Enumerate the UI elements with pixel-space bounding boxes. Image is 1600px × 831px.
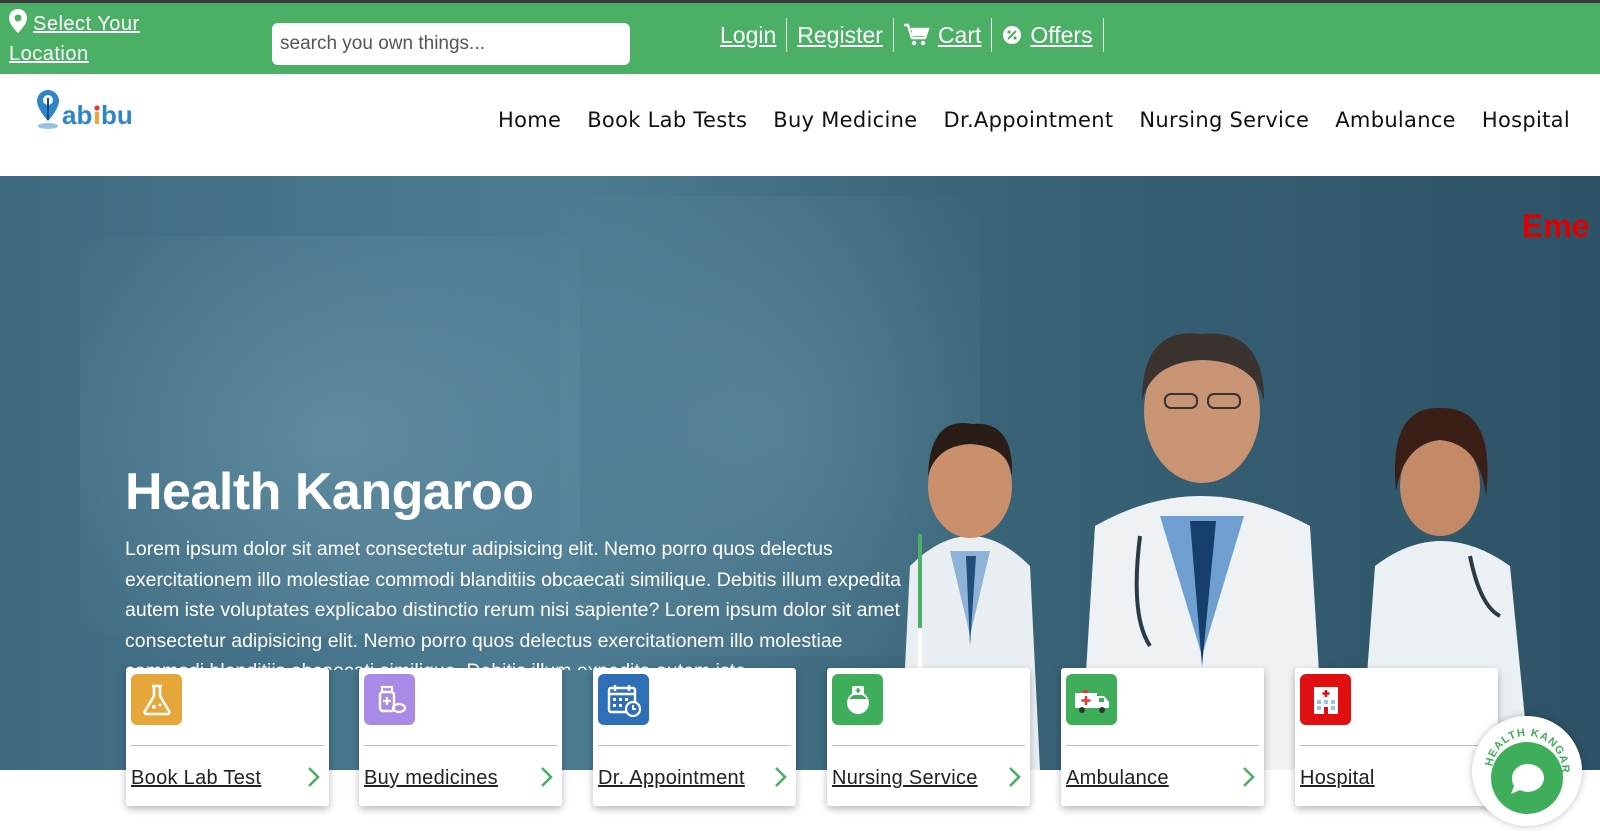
service-card-appointment[interactable]: Dr. Appointment [593, 668, 796, 806]
chat-widget[interactable]: HEALTH KANGAROO [1467, 707, 1582, 826]
service-card-label[interactable]: Hospital [1300, 767, 1375, 790]
service-card-label[interactable]: Ambulance [1066, 767, 1169, 790]
flask-icon [131, 674, 182, 725]
ambulance-icon [1066, 674, 1117, 725]
nurse-icon [832, 674, 883, 725]
medicine-icon [364, 674, 415, 725]
chevron-right-icon[interactable] [774, 766, 788, 788]
main-navigation: ab bu Home Book Lab Tests Buy Medicine D… [0, 74, 1600, 176]
search-input[interactable] [272, 23, 630, 65]
service-card-label[interactable]: Buy medicines [364, 767, 498, 790]
cart-label: Cart [937, 21, 982, 48]
chevron-right-icon[interactable] [540, 766, 554, 788]
card-divider [832, 745, 1025, 746]
login-link[interactable]: Login [718, 18, 788, 52]
cart-link[interactable]: Cart [894, 18, 993, 52]
top-bar: Select Your Location Login Register Cart… [0, 0, 1600, 74]
nav-home[interactable]: Home [498, 108, 561, 132]
nav-dr-appointment[interactable]: Dr.Appointment [943, 108, 1113, 132]
location-selector[interactable]: Select Your Location [9, 9, 209, 69]
hero-description: Lorem ipsum dolor sit amet consectetur a… [125, 538, 902, 670]
service-card-label[interactable]: Nursing Service [832, 767, 978, 790]
service-card-hospital[interactable]: Hospital [1295, 668, 1498, 806]
calendar-icon [598, 674, 649, 725]
card-divider [364, 745, 557, 746]
register-link[interactable]: Register [787, 18, 894, 52]
service-card-label[interactable]: Book Lab Test [131, 767, 261, 790]
chevron-right-icon[interactable] [1008, 766, 1022, 788]
service-card-lab-test[interactable]: Book Lab Test [126, 668, 329, 806]
card-divider [1066, 745, 1259, 746]
service-card-label[interactable]: Dr. Appointment [598, 767, 745, 790]
service-cards: Book Lab Test Buy medicines Dr. Appointm… [126, 668, 1502, 808]
nav-ambulance[interactable]: Ambulance [1335, 108, 1456, 132]
chevron-right-icon[interactable] [307, 766, 321, 788]
discount-badge-icon [1003, 26, 1022, 44]
nav-nursing-service[interactable]: Nursing Service [1139, 108, 1309, 132]
card-divider [131, 745, 324, 746]
offers-link[interactable]: Offers [992, 18, 1104, 52]
cart-icon [903, 23, 930, 46]
nav-book-lab-tests[interactable]: Book Lab Tests [587, 108, 747, 132]
chat-badge: HEALTH KANGAROO [1467, 707, 1570, 814]
offers-label: Offers [1030, 21, 1093, 48]
hospital-icon [1300, 674, 1351, 725]
card-divider [598, 745, 791, 746]
scrollbar-thumb[interactable] [918, 534, 922, 628]
service-card-nursing[interactable]: Nursing Service [827, 668, 1030, 806]
chevron-right-icon[interactable] [1242, 766, 1256, 788]
service-card-medicines[interactable]: Buy medicines [359, 668, 562, 806]
location-pin-icon [9, 9, 27, 33]
top-links: Login Register Cart Offers [718, 17, 1104, 53]
labibu-logo[interactable]: ab bu [34, 88, 146, 134]
nav-menu: Home Book Lab Tests Buy Medicine Dr.Appo… [472, 108, 1570, 132]
nav-buy-medicine[interactable]: Buy Medicine [773, 108, 917, 132]
service-card-ambulance[interactable]: Ambulance [1061, 668, 1264, 806]
location-link[interactable]: Select Your Location [9, 13, 140, 65]
card-divider [1300, 745, 1493, 746]
svg-text:ab: ab [62, 100, 92, 130]
hero-title: Health Kangaroo [125, 463, 534, 521]
emergency-marquee: Eme [1522, 208, 1590, 244]
hero-text-scrollbar[interactable] [918, 534, 922, 670]
nav-hospital[interactable]: Hospital [1482, 108, 1570, 132]
svg-text:bu: bu [101, 100, 133, 130]
